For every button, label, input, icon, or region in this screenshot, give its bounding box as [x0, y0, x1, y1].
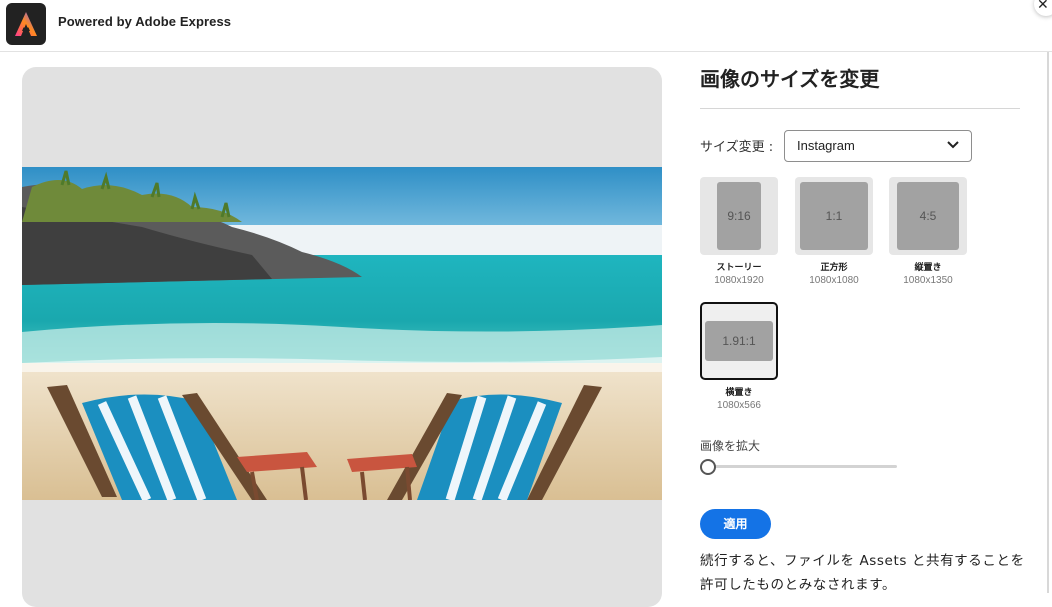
beach-photo: [22, 167, 662, 500]
divider: [700, 108, 1020, 109]
apply-button[interactable]: 適用: [700, 509, 771, 539]
preset-card: 1:1: [795, 177, 873, 255]
zoom-label: 画像を拡大: [700, 439, 761, 453]
zoom-slider-track[interactable]: [708, 465, 897, 468]
consent-text: 続行すると、ファイルを Assets と共有することを許可したものとみなされます…: [700, 553, 1025, 593]
size-label: サイズ変更 :: [700, 140, 774, 155]
preset-dims: 1080x1080: [809, 275, 859, 286]
preset-landscape[interactable]: 1.91:1 横置き 1080x566: [700, 302, 778, 411]
brand-text: Powered by Adobe Express: [58, 14, 232, 29]
preset-card: 1.91:1: [700, 302, 778, 380]
size-select[interactable]: Instagram: [784, 130, 972, 162]
preset-ratio: 1.91:1: [705, 321, 773, 361]
preset-name: 横置き: [725, 388, 753, 398]
preset-card: 9:16: [700, 177, 778, 255]
scrollbar[interactable]: [1047, 52, 1049, 593]
size-select-value: Instagram: [797, 138, 855, 153]
preset-dims: 1080x1350: [903, 275, 953, 286]
top-bar: Powered by Adobe Express: [0, 0, 1052, 52]
preset-portrait[interactable]: 4:5 縦置き 1080x1350: [889, 177, 967, 286]
preset-square[interactable]: 1:1 正方形 1080x1080: [795, 177, 873, 286]
preset-ratio: 1:1: [800, 182, 868, 250]
preset-name: 正方形: [820, 263, 848, 273]
preset-story[interactable]: 9:16 ストーリー 1080x1920: [700, 177, 778, 286]
panel-title: 画像のサイズを変更: [700, 67, 880, 91]
preset-name: ストーリー: [716, 263, 762, 273]
preset-ratio: 4:5: [897, 182, 959, 250]
preset-name: 縦置き: [914, 263, 942, 273]
zoom-slider-thumb[interactable]: [700, 459, 716, 475]
chevron-down-icon: [947, 141, 959, 149]
preset-ratio: 9:16: [717, 182, 761, 250]
preset-card: 4:5: [889, 177, 967, 255]
preset-dims: 1080x1920: [714, 275, 764, 286]
preset-dims: 1080x566: [717, 400, 761, 411]
close-icon: ✕: [1037, 0, 1049, 13]
image-preview: [22, 67, 662, 607]
adobe-express-logo-icon: [6, 3, 46, 45]
